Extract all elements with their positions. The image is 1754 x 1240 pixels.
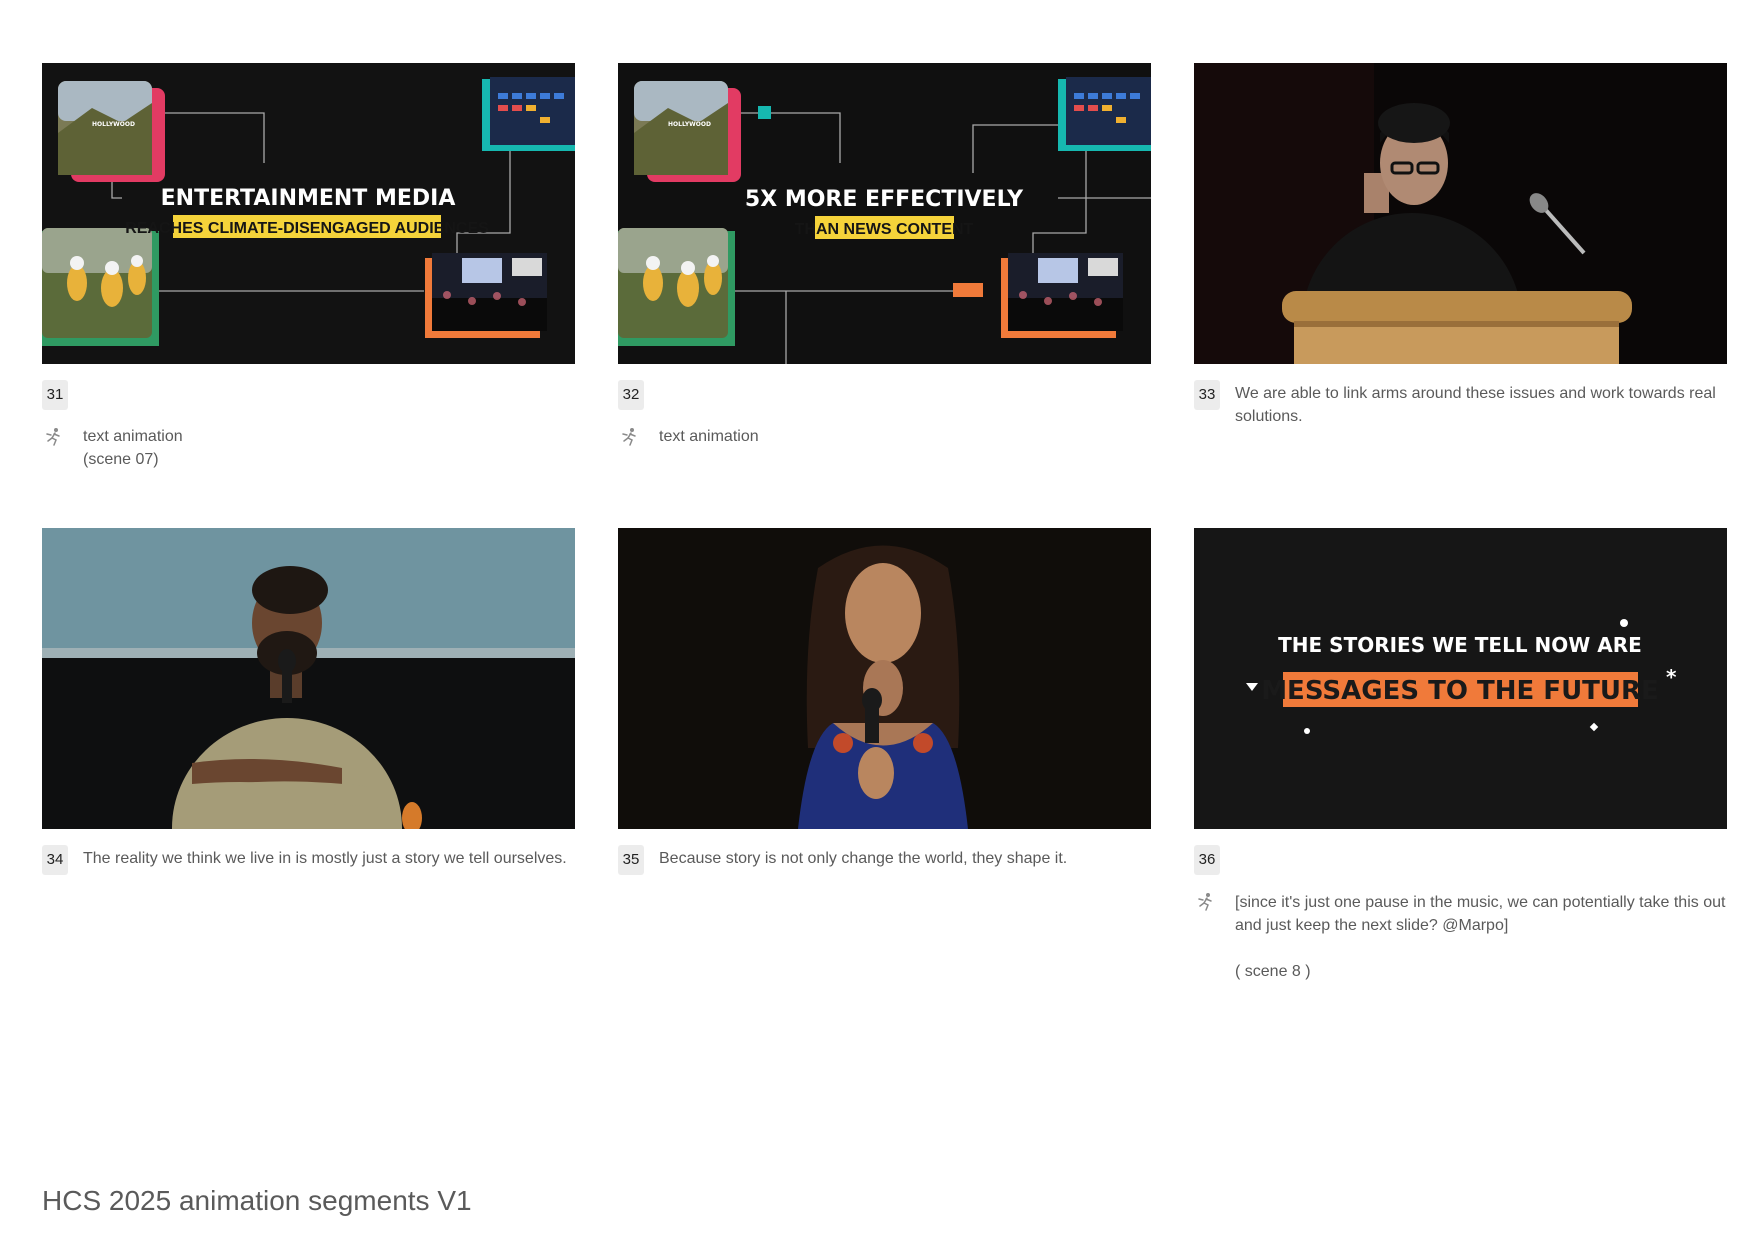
scene-35-thumbnail[interactable] — [618, 528, 1151, 829]
scene-33-caption-line2: solutions. — [1235, 408, 1303, 425]
scene-36-annotation-line2: and just keep the next slide? @Marpo] — [1235, 917, 1509, 934]
scene-31-annotation-extra: (scene 07) — [83, 451, 159, 468]
scene-33-thumbnail[interactable] — [1194, 63, 1727, 364]
scene-31-number: 31 — [42, 380, 68, 410]
scene-32-overlay-subtitle: THAN NEWS CONTENT — [795, 221, 974, 238]
scene-35-number: 35 — [618, 845, 644, 875]
scene-32-overlay-title: 5X MORE EFFECTIVELY — [745, 187, 1024, 212]
svg-text:HOLLYWOOD: HOLLYWOOD — [668, 121, 711, 128]
scene-35-caption: Because story is not only change the wor… — [659, 850, 1068, 867]
scene-34-photo — [42, 528, 575, 829]
scene-33-photo — [1194, 63, 1727, 364]
scene-31-overlay-title: ENTERTAINMENT MEDIA — [161, 186, 456, 211]
scene-36-graphic: * THE STORIES WE TELL NOW ARE MESSAGES T… — [1194, 528, 1727, 829]
scene-31-graphic: HOLLYWOOD ENTERTAINMENT MEDIA REACHES CL… — [42, 63, 575, 364]
scene-34-thumbnail[interactable] — [42, 528, 575, 829]
scene-34-caption: The reality we think we live in is mostl… — [83, 850, 567, 867]
svg-text:HOLLYWOOD: HOLLYWOOD — [92, 121, 135, 128]
scene-32-annotation: text animation — [659, 428, 759, 445]
scene-35-photo — [618, 528, 1151, 829]
scene-36-thumbnail[interactable]: * THE STORIES WE TELL NOW ARE MESSAGES T… — [1194, 528, 1727, 829]
scene-36-number: 36 — [1194, 845, 1220, 875]
scene-31-annotation: text animation — [83, 428, 183, 445]
document-title: HCS 2025 animation segments V1 — [42, 1185, 472, 1216]
scene-34-number: 34 — [42, 845, 68, 875]
running-figure-icon — [43, 426, 65, 448]
scene-36-overlay-title: THE STORIES WE TELL NOW ARE — [1278, 633, 1642, 657]
scene-31-overlay-subtitle: REACHES CLIMATE-DISENGAGED AUDIENCES — [125, 220, 489, 237]
running-figure-icon — [619, 426, 641, 448]
scene-36-annotation-line1: [since it's just one pause in the music,… — [1235, 894, 1726, 911]
running-figure-icon — [1195, 891, 1217, 913]
scene-32-thumbnail[interactable]: HOLLYWOOD 5X MORE EFFECTIVELY THAN NEWS … — [618, 63, 1151, 364]
scene-33-number: 33 — [1194, 380, 1220, 410]
scene-33-caption-line1: We are able to link arms around these is… — [1235, 385, 1716, 402]
svg-text:*: * — [1666, 665, 1677, 689]
scene-32-number: 32 — [618, 380, 644, 410]
scene-36-overlay-subtitle: MESSAGES TO THE FUTURE — [1261, 676, 1659, 706]
scene-36-annotation-extra: ( scene 8 ) — [1235, 963, 1311, 980]
scene-31-thumbnail[interactable]: HOLLYWOOD ENTERTAINMENT MEDIA REACHES CL… — [42, 63, 575, 364]
scene-32-graphic: HOLLYWOOD 5X MORE EFFECTIVELY THAN NEWS … — [618, 63, 1151, 364]
